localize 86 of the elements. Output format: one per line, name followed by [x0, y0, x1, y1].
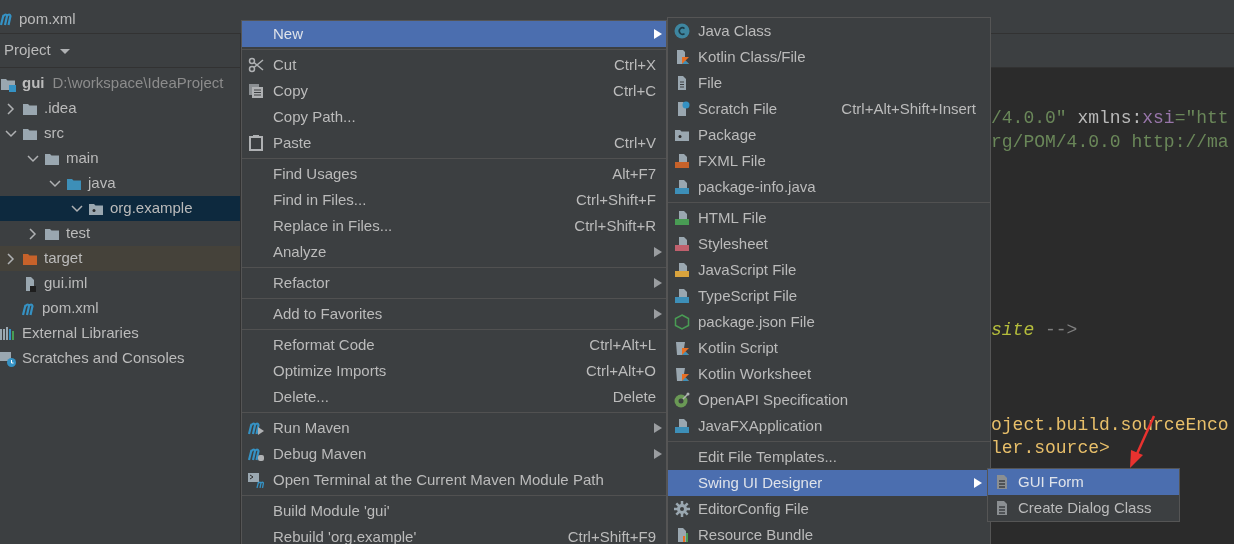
- menu-item[interactable]: JavaScript File: [668, 257, 990, 283]
- menu-item[interactable]: Rebuild 'org.example' Ctrl+Shift+F9: [242, 524, 666, 544]
- menu-item[interactable]: Add to Favorites: [242, 301, 666, 327]
- menu-item[interactable]: Analyze: [242, 239, 666, 265]
- menu-item[interactable]: Copy Ctrl+C: [242, 78, 666, 104]
- code-line: /4.0.0" xmlns:xsi="htt: [991, 107, 1229, 130]
- ts-file-icon: [674, 288, 690, 304]
- menu-item[interactable]: HTML File: [668, 205, 990, 231]
- menu-item[interactable]: TypeScript File: [668, 283, 990, 309]
- kotlin-file-icon: [674, 49, 690, 65]
- maven-icon: [0, 11, 14, 27]
- js-file-icon: [674, 262, 690, 278]
- scissors-icon: [248, 57, 264, 73]
- menu-item[interactable]: Find in Files... Ctrl+Shift+F: [242, 187, 666, 213]
- menu-item[interactable]: EditorConfig File: [668, 496, 990, 522]
- console-clock-icon: [0, 350, 16, 367]
- menu-item[interactable]: Package: [668, 122, 990, 148]
- menu-item[interactable]: package-info.java: [668, 174, 990, 200]
- menu-item[interactable]: GUI Form: [988, 469, 1179, 495]
- menu-item[interactable]: Replace in Files... Ctrl+Shift+R: [242, 213, 666, 239]
- menu-item[interactable]: Kotlin Worksheet: [668, 361, 990, 387]
- maven-run-icon: [248, 420, 264, 436]
- package-icon: [674, 127, 690, 143]
- panel-title[interactable]: Project: [4, 39, 51, 62]
- menu-item[interactable]: JavaFXApplication: [668, 413, 990, 439]
- code-line: ler.source>: [991, 437, 1110, 461]
- tree-item[interactable]: src: [0, 121, 240, 146]
- form-file-icon: [994, 500, 1010, 516]
- menu-item[interactable]: Build Module 'gui': [242, 498, 666, 524]
- menu-item[interactable]: Reformat Code Ctrl+Alt+L: [242, 332, 666, 358]
- menu-item[interactable]: Paste Ctrl+V: [242, 130, 666, 156]
- menu-item[interactable]: FXML File: [668, 148, 990, 174]
- clipboard-icon: [248, 135, 264, 151]
- menu-item[interactable]: Kotlin Class/File: [668, 44, 990, 70]
- tree-item[interactable]: target: [0, 246, 240, 271]
- tree-item[interactable]: Scratches and Consoles: [0, 346, 240, 371]
- menu-item[interactable]: Open Terminal at the Current Maven Module Path: [242, 467, 666, 493]
- menu-item[interactable]: Run Maven: [242, 415, 666, 441]
- menu-item[interactable]: Optimize Imports Ctrl+Alt+O: [242, 358, 666, 384]
- menu-item[interactable]: Java Class: [668, 18, 990, 44]
- tree-item[interactable]: org.example: [0, 196, 240, 221]
- menu-item[interactable]: Copy Path...: [242, 104, 666, 130]
- tree-item[interactable]: main: [0, 146, 240, 171]
- menu-item[interactable]: Resource Bundle: [668, 522, 990, 544]
- menu-item[interactable]: Debug Maven: [242, 441, 666, 467]
- menu-item[interactable]: package.json File: [668, 309, 990, 335]
- code-line: rg/POM/4.0.0 http://ma: [991, 130, 1229, 154]
- css-file-icon: [674, 236, 690, 252]
- menu-item[interactable]: Swing UI Designer: [668, 470, 990, 496]
- menu-item[interactable]: File: [668, 70, 990, 96]
- gear-icon: [674, 501, 690, 517]
- openapi-icon: [674, 392, 690, 408]
- menu-item[interactable]: Edit File Templates...: [668, 444, 990, 470]
- menu-item[interactable]: Refactor: [242, 270, 666, 296]
- menu-item[interactable]: Create Dialog Class: [988, 495, 1179, 521]
- maven-debug-icon: [248, 446, 264, 462]
- menu-item[interactable]: Cut Ctrl+X: [242, 52, 666, 78]
- tree-item[interactable]: test: [0, 221, 240, 246]
- menu-item[interactable]: OpenAPI Specification: [668, 387, 990, 413]
- kotlin-script-icon: [674, 366, 690, 382]
- copy-icon: [248, 83, 264, 99]
- tree-item[interactable]: pom.xml: [0, 296, 240, 321]
- tree-item[interactable]: gui D:\workspace\IdeaProject: [0, 71, 240, 96]
- tree-item[interactable]: gui.iml: [0, 271, 240, 296]
- tree-item[interactable]: .idea: [0, 96, 240, 121]
- fxml-file-icon: [674, 153, 690, 169]
- java-file-icon: [674, 418, 690, 434]
- class-icon: [674, 23, 690, 39]
- terminal-icon: [248, 472, 264, 488]
- maven-icon: [22, 300, 36, 317]
- menu-item[interactable]: Scratch File Ctrl+Alt+Shift+Insert: [668, 96, 990, 122]
- menu-item[interactable]: Delete... Delete: [242, 384, 666, 410]
- form-file-icon: [994, 474, 1010, 490]
- menu-item[interactable]: New: [242, 21, 666, 47]
- menu-item[interactable]: Stylesheet: [668, 231, 990, 257]
- code-line: site -->: [991, 319, 1078, 343]
- editor-tab[interactable]: pom.xml: [0, 5, 86, 33]
- kotlin-script-icon: [674, 340, 690, 356]
- java-file-icon: [674, 179, 690, 195]
- html-file-icon: [674, 210, 690, 226]
- tree-item[interactable]: External Libraries: [0, 321, 240, 346]
- menu-item[interactable]: Kotlin Script: [668, 335, 990, 361]
- tree-item[interactable]: java: [0, 171, 240, 196]
- menu-item[interactable]: Find Usages Alt+F7: [242, 161, 666, 187]
- hexagon-icon: [674, 314, 690, 330]
- libraries-icon: [0, 325, 16, 342]
